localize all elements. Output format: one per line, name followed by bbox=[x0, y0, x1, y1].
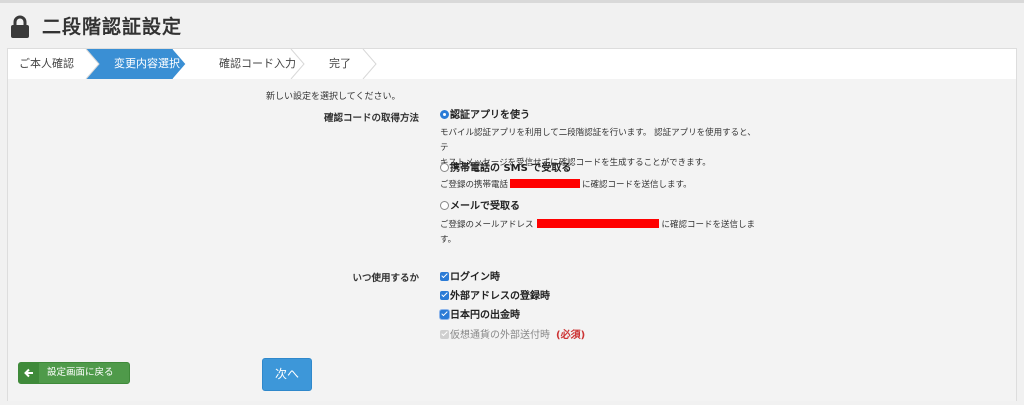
checkbox-login[interactable] bbox=[440, 272, 449, 281]
usage-label: いつ使用するか bbox=[352, 273, 419, 284]
checkbox-crypto-send bbox=[440, 330, 449, 339]
usage-jpy-withdrawal[interactable]: 日本円の出金時 bbox=[440, 309, 520, 323]
redacted-email bbox=[536, 219, 659, 228]
back-to-settings-button[interactable]: 設定画面に戻る bbox=[18, 362, 130, 384]
step-identity: ご本人確認 bbox=[19, 57, 74, 70]
usage-crypto-send: 仮想通貨の外部送付時 (必須) bbox=[440, 329, 585, 343]
intro-text: 新しい設定を選択してください。 bbox=[266, 92, 401, 102]
radio-auth-app[interactable] bbox=[440, 110, 449, 119]
radio-sms[interactable] bbox=[440, 163, 449, 172]
arrow-left-icon bbox=[19, 363, 39, 383]
checkbox-external-address[interactable] bbox=[440, 291, 449, 300]
next-button[interactable]: 次へ bbox=[262, 358, 312, 391]
method-label: 確認コードの取得方法 bbox=[323, 113, 419, 124]
lock-icon bbox=[11, 15, 29, 38]
email-description: ご登録のメールアドレス に確認コードを送信しま す。 bbox=[440, 219, 756, 245]
checkbox-jpy-withdrawal[interactable] bbox=[440, 310, 449, 319]
step-complete: 完了 bbox=[329, 57, 351, 70]
option-auth-app[interactable]: 認証アプリを使う bbox=[440, 109, 530, 123]
usage-external-address[interactable]: 外部アドレスの登録時 bbox=[440, 290, 550, 304]
sms-description: ご登録の携帯電話 に確認コードを送信します。 bbox=[440, 179, 692, 190]
redacted-phone bbox=[510, 179, 581, 188]
option-email[interactable]: メールで受取る bbox=[440, 200, 520, 214]
radio-email[interactable] bbox=[440, 201, 449, 210]
progress-steps: ご本人確認 変更内容選択 確認コード入力 完了 bbox=[8, 49, 1016, 80]
option-sms[interactable]: 携帯電話の SMS で受取る bbox=[440, 162, 571, 176]
step-select-change: 変更内容選択 bbox=[114, 57, 180, 70]
required-badge: (必須) bbox=[556, 330, 586, 341]
main-panel: ご本人確認 変更内容選択 確認コード入力 完了 新しい設定を選択してください。 … bbox=[7, 48, 1017, 401]
form-area: 新しい設定を選択してください。 確認コードの取得方法 認証アプリを使う モバイル… bbox=[8, 79, 1016, 401]
step-enter-code: 確認コード入力 bbox=[219, 57, 296, 70]
page-title: 二段階認証設定 bbox=[42, 16, 183, 38]
usage-login[interactable]: ログイン時 bbox=[440, 271, 500, 285]
page-header: 二段階認証設定 bbox=[0, 3, 1024, 47]
